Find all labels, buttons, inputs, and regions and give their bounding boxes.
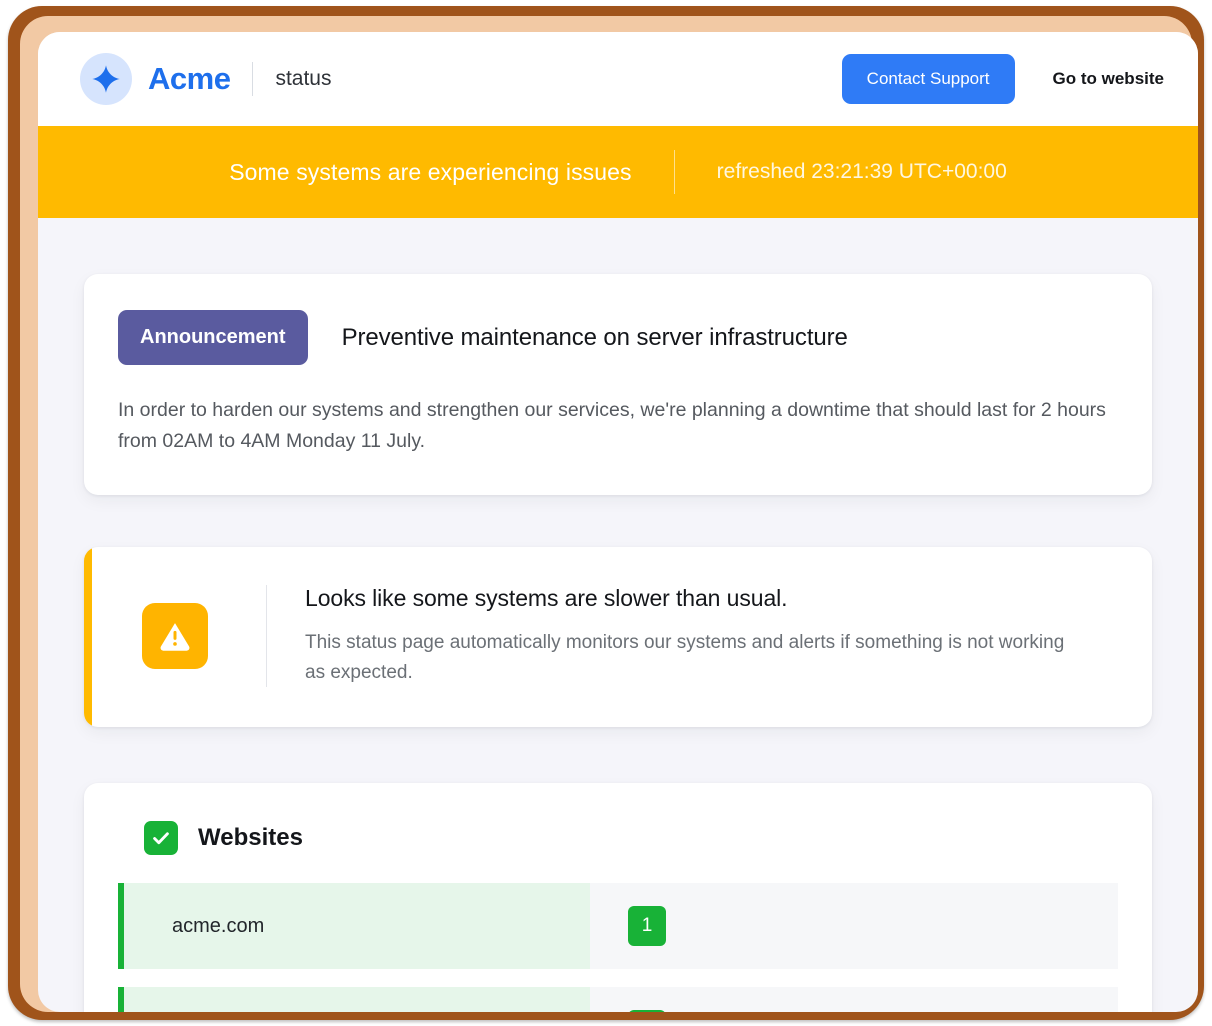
status-banner-divider — [674, 150, 675, 194]
device-frame-outer: Acme status Contact Support Go to websit… — [8, 6, 1204, 1020]
site-header: Acme status Contact Support Go to websit… — [38, 32, 1198, 126]
alert-divider — [266, 585, 267, 687]
status-banner-refreshed: refreshed 23:21:39 UTC+00:00 — [717, 160, 1007, 184]
row-name: acme.com — [124, 883, 590, 969]
announcement-card: Announcement Preventive maintenance on s… — [84, 274, 1152, 495]
websites-group-card: Websites acme.com 1 Apache — [84, 783, 1152, 1012]
brand-subtitle: status — [275, 67, 331, 91]
alert-card-body: Looks like some systems are slower than … — [92, 547, 1152, 727]
announcement-badge: Announcement — [118, 310, 308, 365]
device-frame-rim: Acme status Contact Support Go to websit… — [20, 16, 1192, 1012]
sparkle-icon — [80, 53, 132, 105]
announcement-header: Announcement Preventive maintenance on s… — [118, 310, 1118, 365]
websites-row-list: acme.com 1 Apache 1 — [118, 883, 1118, 1012]
announcement-body: In order to harden our systems and stren… — [118, 395, 1113, 457]
status-banner: Some systems are experiencing issues ref… — [38, 126, 1198, 218]
status-badge: 1 — [628, 1010, 666, 1012]
page-viewport: Acme status Contact Support Go to websit… — [38, 32, 1198, 1012]
alert-description: This status page automatically monitors … — [305, 628, 1065, 687]
alert-title: Looks like some systems are slower than … — [305, 585, 1065, 612]
brand-divider — [252, 62, 253, 96]
contact-support-button[interactable]: Contact Support — [842, 54, 1015, 104]
warning-triangle-icon — [142, 603, 208, 669]
brand-name: Acme — [148, 61, 230, 97]
table-row[interactable]: Apache 1 — [118, 987, 1118, 1012]
status-badge: 1 — [628, 906, 666, 946]
announcement-title: Preventive maintenance on server infrast… — [342, 324, 848, 352]
brand[interactable]: Acme — [80, 53, 230, 105]
check-icon — [144, 821, 178, 855]
alert-text-block: Looks like some systems are slower than … — [305, 585, 1065, 687]
websites-group-header[interactable]: Websites — [118, 821, 1118, 855]
page-content: Announcement Preventive maintenance on s… — [38, 274, 1198, 1012]
row-status-cell: 1 — [590, 883, 1118, 969]
alert-accent-stripe — [84, 547, 92, 727]
websites-group-title: Websites — [198, 824, 303, 852]
row-name: Apache — [124, 987, 590, 1012]
alert-card: Looks like some systems are slower than … — [84, 547, 1152, 727]
go-to-website-link[interactable]: Go to website — [1053, 69, 1164, 89]
status-banner-message: Some systems are experiencing issues — [229, 159, 631, 186]
row-status-cell: 1 — [590, 987, 1118, 1012]
table-row[interactable]: acme.com 1 — [118, 883, 1118, 969]
